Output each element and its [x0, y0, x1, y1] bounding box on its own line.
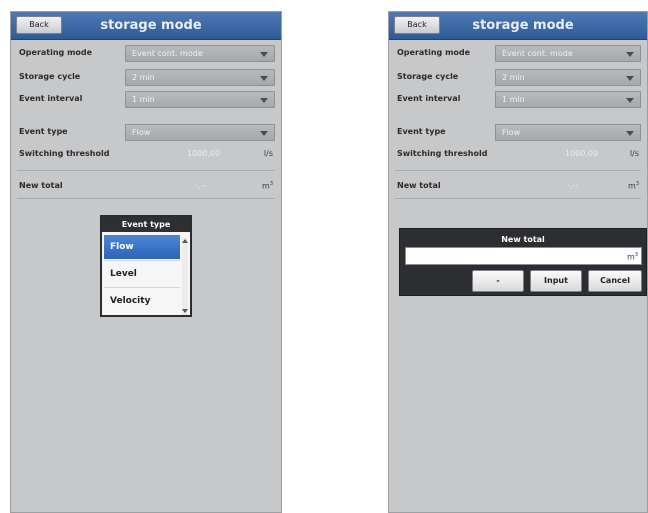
new-total-label: New total [19, 181, 63, 190]
operating-mode-label: Operating mode [397, 48, 471, 57]
new-total-value[interactable]: -,-- [195, 181, 206, 190]
switching-threshold-row: Switching threshold 1000,00 l/s [397, 146, 641, 163]
storage-cycle-label: Storage cycle [19, 72, 81, 81]
new-total-unit: m3 [262, 181, 273, 191]
left-screen: Back storage mode Operating mode Event c… [10, 11, 282, 513]
event-type-select[interactable]: Flow [495, 124, 641, 141]
storage-cycle-select[interactable]: 2 min [495, 69, 641, 86]
divider [17, 198, 275, 199]
scroll-down-icon[interactable] [182, 309, 188, 313]
event-interval-select[interactable]: 1 min [495, 91, 641, 108]
switching-threshold-unit: l/s [263, 149, 273, 158]
divider [395, 198, 641, 199]
divider [104, 287, 180, 288]
new-total-row: New total -,-- m3 [19, 178, 275, 195]
popup-title: Event type [102, 217, 190, 232]
event-type-select[interactable]: Flow [125, 124, 275, 141]
operating-mode-value: Event cont. mode [502, 49, 573, 58]
switching-threshold-value[interactable]: 1000,00 [187, 149, 220, 158]
event-interval-select[interactable]: 1 min [125, 91, 275, 108]
option-flow[interactable]: Flow [104, 235, 180, 259]
operating-mode-select[interactable]: Event cont. mode [495, 45, 641, 62]
operating-mode-select[interactable]: Event cont. mode [125, 45, 275, 62]
minus-button[interactable]: - [472, 270, 524, 292]
divider [17, 170, 275, 171]
event-type-label: Event type [397, 127, 446, 136]
page-title: storage mode [472, 18, 574, 33]
chevron-down-icon [260, 76, 268, 81]
event-type-label: Event type [19, 127, 68, 136]
event-interval-label: Event interval [397, 94, 461, 103]
event-interval-row: Event interval 1 min [19, 91, 275, 108]
storage-cycle-value: 2 min [132, 73, 155, 82]
option-velocity[interactable]: Velocity [104, 289, 180, 313]
popup-scrollbar[interactable] [182, 237, 188, 315]
event-interval-value: 1 min [132, 95, 155, 104]
new-total-unit: m3 [628, 181, 639, 191]
operating-mode-row: Operating mode Event cont. mode [397, 45, 641, 62]
chevron-down-icon [260, 131, 268, 136]
chevron-down-icon [626, 76, 634, 81]
scroll-up-icon[interactable] [182, 239, 188, 243]
new-total-value[interactable]: -,-- [567, 181, 578, 190]
title-bar: Back storage mode [389, 12, 647, 40]
chevron-down-icon [626, 98, 634, 103]
input-button[interactable]: Input [530, 270, 582, 292]
option-level[interactable]: Level [104, 262, 180, 286]
event-type-value: Flow [132, 128, 151, 137]
event-interval-value: 1 min [502, 95, 525, 104]
dialog-title: New total [501, 235, 545, 244]
storage-cycle-value: 2 min [502, 73, 525, 82]
switching-threshold-label: Switching threshold [397, 149, 488, 158]
title-bar: Back storage mode [11, 12, 281, 40]
new-total-label: New total [397, 181, 441, 190]
new-total-dialog: New total m3 - Input Cancel [399, 228, 647, 296]
switching-threshold-label: Switching threshold [19, 149, 110, 158]
new-total-row: New total -,-- m3 [397, 178, 641, 195]
operating-mode-value: Event cont. mode [132, 49, 203, 58]
event-type-row: Event type Flow [397, 124, 641, 141]
switching-threshold-row: Switching threshold 1000,00 l/s [19, 146, 275, 163]
storage-cycle-row: Storage cycle 2 min [397, 69, 641, 86]
chevron-down-icon [260, 52, 268, 57]
operating-mode-row: Operating mode Event cont. mode [19, 45, 275, 62]
event-interval-label: Event interval [19, 94, 83, 103]
storage-cycle-label: Storage cycle [397, 72, 459, 81]
operating-mode-label: Operating mode [19, 48, 93, 57]
event-type-popup: Event type Flow Level Velocity [100, 215, 192, 317]
event-type-value: Flow [502, 128, 521, 137]
input-unit: m3 [627, 252, 638, 262]
new-total-input[interactable]: m3 [405, 247, 642, 265]
divider [104, 260, 180, 261]
event-interval-row: Event interval 1 min [397, 91, 641, 108]
switching-threshold-value[interactable]: 1000,00 [565, 149, 598, 158]
storage-cycle-row: Storage cycle 2 min [19, 69, 275, 86]
right-screen: Back storage mode Operating mode Event c… [388, 11, 648, 513]
divider [395, 170, 641, 171]
storage-cycle-select[interactable]: 2 min [125, 69, 275, 86]
chevron-down-icon [626, 131, 634, 136]
chevron-down-icon [626, 52, 634, 57]
switching-threshold-unit: l/s [629, 149, 639, 158]
page-title: storage mode [100, 18, 202, 33]
event-type-row: Event type Flow [19, 124, 275, 141]
chevron-down-icon [260, 98, 268, 103]
cancel-button[interactable]: Cancel [588, 270, 642, 292]
